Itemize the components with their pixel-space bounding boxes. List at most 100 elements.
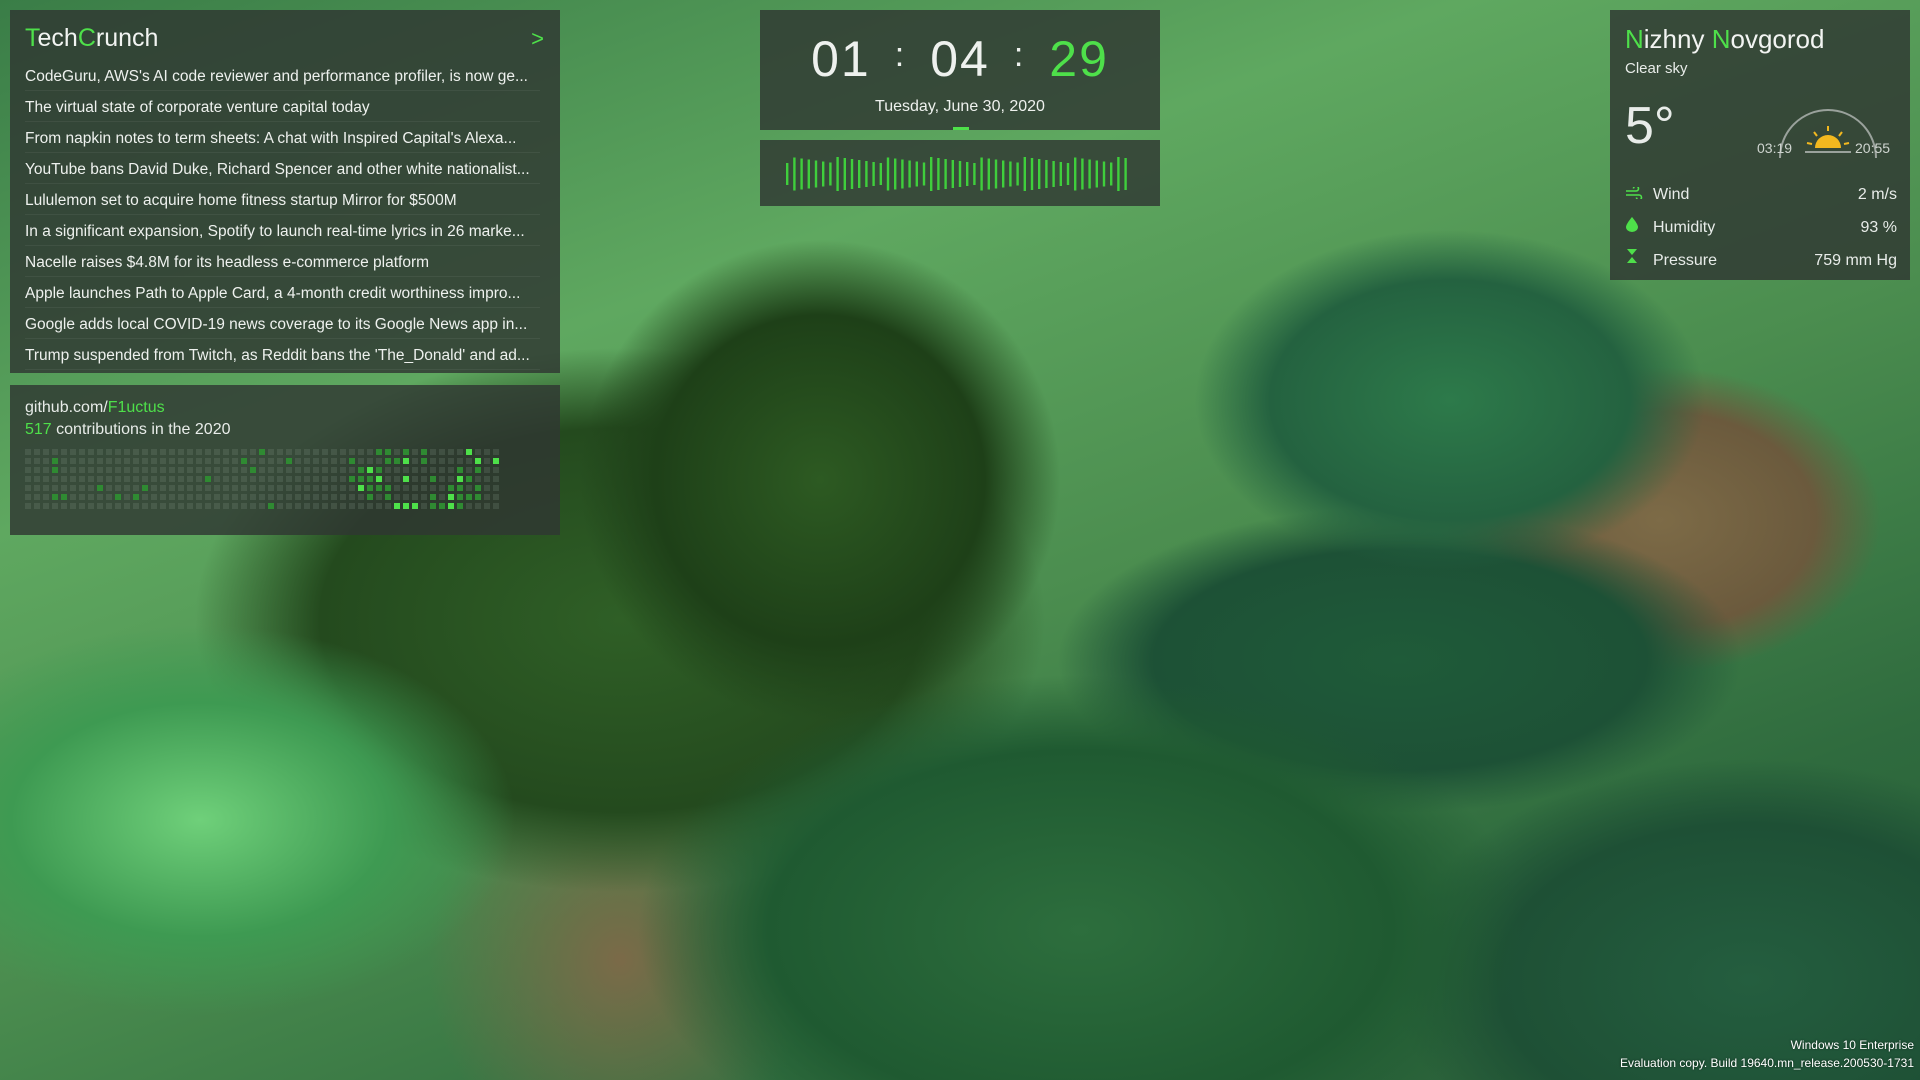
visualizer-bar	[814, 160, 818, 188]
contribution-cell	[151, 476, 157, 482]
contribution-cell	[322, 449, 328, 455]
news-title: TechCrunch	[25, 24, 158, 53]
contribution-cell	[403, 503, 409, 509]
visualizer-bar	[915, 161, 918, 187]
contribution-cell	[223, 476, 229, 482]
contribution-cell	[70, 503, 76, 509]
contribution-cell	[313, 458, 319, 464]
contribution-cell	[106, 494, 112, 500]
contribution-cell	[106, 476, 112, 482]
contribution-cell	[178, 458, 184, 464]
contribution-cell	[196, 458, 202, 464]
contribution-cell	[313, 485, 319, 491]
contribution-cell	[52, 503, 58, 509]
contribution-cell	[205, 494, 211, 500]
sun-icon	[1805, 126, 1851, 153]
more-news-button[interactable]: >	[531, 26, 544, 52]
contribution-cell	[223, 458, 229, 464]
contribution-cell	[349, 449, 355, 455]
headline-item[interactable]: Google adds local COVID-19 news coverage…	[25, 312, 540, 339]
visualizer-bar	[980, 157, 983, 191]
contribution-cell	[385, 467, 391, 473]
contribution-cell	[349, 467, 355, 473]
contribution-cell	[412, 449, 418, 455]
contribution-cell	[43, 449, 49, 455]
visualizer-bar	[930, 157, 933, 191]
contribution-cell	[160, 503, 166, 509]
contribution-cell	[25, 458, 31, 464]
contribution-cell	[214, 494, 220, 500]
visualizer-bar	[800, 158, 803, 190]
headline-item[interactable]: Trump suspended from Twitch, as Reddit b…	[25, 343, 540, 370]
contribution-cell	[403, 467, 409, 473]
audio-visualizer	[760, 140, 1160, 206]
contribution-cell	[232, 494, 238, 500]
visualizer-bar	[944, 159, 947, 189]
visualizer-bar	[858, 160, 861, 188]
contribution-cell	[124, 485, 130, 491]
headline-item[interactable]: The virtual state of corporate venture c…	[25, 95, 540, 122]
headline-item[interactable]: Lululemon set to acquire home fitness st…	[25, 188, 540, 215]
contribution-cell	[232, 449, 238, 455]
contribution-cell	[160, 467, 166, 473]
contribution-cell	[259, 494, 265, 500]
contribution-cell	[484, 494, 490, 500]
contribution-cell	[457, 458, 463, 464]
contribution-cell	[385, 449, 391, 455]
contribution-cell	[142, 503, 148, 509]
contribution-cell	[88, 458, 94, 464]
headline-item[interactable]: From napkin notes to term sheets: A chat…	[25, 126, 540, 153]
title-letter: T	[25, 24, 38, 52]
headline-item[interactable]: In a significant expansion, Spotify to l…	[25, 219, 540, 246]
contribution-cell	[124, 467, 130, 473]
headline-item[interactable]: Nacelle raises $4.8M for its headless e-…	[25, 250, 540, 277]
contribution-cell	[169, 503, 175, 509]
contribution-cell	[43, 485, 49, 491]
visualizer-bar	[973, 163, 976, 185]
contribution-cell	[133, 476, 139, 482]
contribution-cell	[259, 458, 265, 464]
contribution-cell	[115, 476, 121, 482]
contribution-cell	[331, 485, 337, 491]
wind-label: Wind	[1653, 186, 1690, 203]
city-text: izhny	[1643, 24, 1712, 54]
contribution-cell	[466, 467, 472, 473]
visualizer-bar	[994, 159, 998, 189]
contribution-cell	[313, 476, 319, 482]
contribution-cell	[214, 476, 220, 482]
title-text: runch	[95, 24, 159, 52]
headline-item[interactable]: CodeGuru, AWS's AI code reviewer and per…	[25, 64, 540, 91]
headline-item[interactable]: YouTube bans David Duke, Richard Spencer…	[25, 157, 540, 184]
contribution-cell	[394, 458, 400, 464]
contribution-cell	[349, 476, 355, 482]
contribution-cell	[133, 449, 139, 455]
contribution-cell	[295, 494, 301, 500]
contribution-cell	[151, 485, 157, 491]
contribution-cell	[70, 467, 76, 473]
weather-row-wind: Wind 2 m/s	[1625, 178, 1897, 211]
contribution-cell	[394, 449, 400, 455]
contribution-cell	[421, 467, 427, 473]
contribution-cell	[376, 449, 382, 455]
github-profile-link[interactable]: github.com/F1uctus	[25, 399, 165, 417]
headline-item[interactable]: Apple launches Path to Apple Card, a 4-m…	[25, 281, 540, 308]
contribution-cell	[133, 503, 139, 509]
contribution-cell	[304, 467, 310, 473]
contribution-cell	[376, 494, 382, 500]
contribution-cell	[34, 476, 40, 482]
contribution-cell	[448, 458, 454, 464]
contribution-cell	[457, 467, 463, 473]
contribution-summary: 517 contributions in the 2020	[25, 421, 231, 439]
contribution-cell	[403, 449, 409, 455]
contribution-cell	[376, 503, 382, 509]
contribution-cell	[124, 476, 130, 482]
contribution-cell	[52, 476, 58, 482]
contribution-cell	[484, 458, 490, 464]
contribution-cell	[214, 458, 220, 464]
visualizer-bar	[1102, 161, 1106, 187]
contribution-cell	[475, 449, 481, 455]
title-letter: C	[77, 24, 96, 52]
contribution-cell	[331, 503, 337, 509]
contribution-cell	[268, 467, 274, 473]
contribution-cell	[358, 458, 364, 464]
